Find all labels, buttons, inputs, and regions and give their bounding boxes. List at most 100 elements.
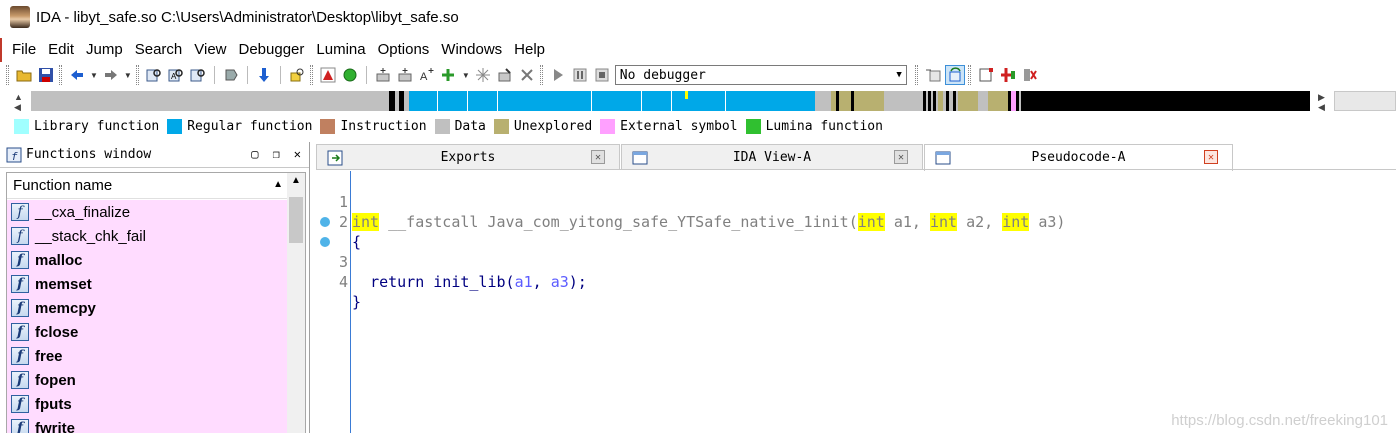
list-item[interactable]: f free — [7, 344, 287, 368]
arg-a3[interactable]: a3 — [551, 273, 569, 291]
type-keyword[interactable]: int — [929, 213, 958, 231]
undefine-x-icon[interactable] — [517, 65, 537, 85]
create-string-icon[interactable]: A — [417, 65, 437, 85]
toolbar-grip[interactable] — [914, 65, 918, 85]
open-folder-icon[interactable] — [14, 65, 34, 85]
column-header-function-name[interactable]: Function name ▲ — [7, 173, 287, 199]
jump-down-arrow-icon[interactable] — [254, 65, 274, 85]
search-text-icon[interactable]: A — [166, 65, 186, 85]
toolbar-separator — [213, 66, 215, 84]
add-breakpoint-icon[interactable] — [998, 65, 1018, 85]
toolbar-grip[interactable] — [967, 65, 971, 85]
code-line-1[interactable]: 1 int __fastcall Java_com_yitong_safe_YT… — [316, 172, 1065, 231]
nav-overview-box[interactable] — [1334, 91, 1396, 111]
pseudocode-editor[interactable]: 1 int __fastcall Java_com_yitong_safe_YT… — [316, 171, 1396, 433]
nav-left-arrows-icon[interactable]: ▲ ◀ — [14, 92, 23, 112]
list-item[interactable]: f __stack_chk_fail — [7, 224, 287, 248]
breakpoint-dot-icon[interactable] — [320, 237, 330, 247]
back-dropdown-icon[interactable]: ▼ — [90, 71, 98, 80]
nav-segment — [467, 91, 468, 111]
tab-ida-view-a[interactable]: IDA View-A ✕ — [621, 144, 923, 170]
tab-label: IDA View-A — [732, 150, 812, 165]
code-line-4[interactable]: 4 } — [316, 232, 361, 311]
list-item[interactable]: f memcpy — [7, 296, 287, 320]
tab-pseudocode-a[interactable]: Pseudocode-A ✕ — [924, 144, 1233, 171]
float-window-icon[interactable]: ❐ — [273, 147, 280, 161]
close-icon[interactable]: ✕ — [591, 150, 605, 164]
green-circle-icon[interactable] — [340, 65, 360, 85]
param-a1[interactable]: a1, — [885, 213, 930, 231]
close-icon[interactable]: ✕ — [294, 147, 301, 161]
list-item[interactable]: f fopen — [7, 368, 287, 392]
run-play-icon[interactable] — [548, 65, 568, 85]
type-keyword[interactable]: int — [352, 213, 380, 231]
menu-help[interactable]: Help — [508, 41, 551, 58]
code-line-3[interactable]: 3 return init_lib(a1, a3); — [316, 212, 587, 291]
save-icon[interactable] — [36, 65, 56, 85]
search-binary-icon[interactable] — [144, 65, 164, 85]
add-struct-icon[interactable] — [439, 65, 459, 85]
toolbar-grip[interactable] — [309, 65, 313, 85]
close-icon[interactable]: ✕ — [1204, 150, 1218, 164]
toolbar-grip[interactable] — [135, 65, 139, 85]
call-init-lib[interactable]: init_lib( — [424, 273, 514, 291]
list-item[interactable]: f fwrite — [7, 416, 287, 433]
code-line-2[interactable]: 2 { — [316, 192, 361, 251]
toolbar-grip[interactable] — [6, 65, 9, 85]
functions-scrollbar[interactable]: ▲ — [287, 173, 305, 433]
menu-windows[interactable]: Windows — [435, 41, 508, 58]
menu-lumina[interactable]: Lumina — [310, 41, 371, 58]
breakpoint-dot-icon[interactable] — [320, 217, 330, 227]
step-over-icon[interactable] — [944, 65, 965, 85]
tab-exports[interactable]: Exports ✕ — [316, 144, 620, 170]
edit-icon[interactable] — [495, 65, 515, 85]
menu-view[interactable]: View — [188, 41, 232, 58]
nav-right-arrows-icon[interactable]: ▶ ◀ — [1318, 92, 1325, 112]
list-item[interactable]: f fclose — [7, 320, 287, 344]
minimize-icon[interactable]: ▢ — [251, 147, 258, 161]
list-item[interactable]: f __cxa_finalize — [7, 200, 287, 224]
add-dropdown-icon[interactable]: ▼ — [462, 71, 470, 80]
breakpoint-list-icon[interactable] — [976, 65, 996, 85]
find-icon[interactable] — [221, 65, 241, 85]
create-function-icon[interactable] — [373, 65, 393, 85]
warning-triangle-icon[interactable] — [318, 65, 338, 85]
menu-jump[interactable]: Jump — [80, 41, 129, 58]
type-keyword[interactable]: int — [1002, 213, 1030, 231]
sparkle-icon[interactable] — [473, 65, 493, 85]
legend-item-library: Library function — [14, 118, 159, 134]
forward-dropdown-icon[interactable]: ▼ — [124, 71, 132, 80]
create-data-icon[interactable] — [395, 65, 415, 85]
functions-window-header[interactable]: f Functions window ▢ ❐ ✕ — [0, 142, 309, 168]
search-immediate-icon[interactable] — [188, 65, 208, 85]
menu-search[interactable]: Search — [129, 41, 189, 58]
back-arrow-icon[interactable] — [67, 65, 87, 85]
forward-arrow-icon[interactable] — [101, 65, 121, 85]
menu-options[interactable]: Options — [372, 41, 436, 58]
legend-label: Lumina function — [765, 118, 883, 134]
arg-a1[interactable]: a1 — [515, 273, 533, 291]
menu-file[interactable]: File — [6, 41, 42, 58]
scroll-up-icon[interactable]: ▲ — [291, 175, 301, 186]
close-icon[interactable]: ✕ — [894, 150, 908, 164]
param-a2[interactable]: a2, — [957, 213, 1002, 231]
function-signature-name[interactable]: Java_com_yitong_safe_YTSafe_native_1init — [487, 213, 848, 231]
call-end: ); — [568, 273, 587, 291]
toolbar-grip[interactable] — [59, 65, 62, 85]
list-item[interactable]: f fputs — [7, 392, 287, 416]
highlight-icon[interactable] — [287, 65, 307, 85]
type-keyword[interactable]: int — [857, 213, 885, 231]
param-a3[interactable]: a3) — [1029, 213, 1065, 231]
menu-edit[interactable]: Edit — [42, 41, 80, 58]
debugger-select[interactable]: No debugger ▼ — [614, 65, 907, 85]
navigation-strip[interactable] — [31, 91, 1310, 111]
step-into-icon[interactable] — [923, 65, 943, 85]
toolbar-grip[interactable] — [539, 65, 543, 85]
list-item[interactable]: f malloc — [7, 248, 287, 272]
menu-debugger[interactable]: Debugger — [233, 41, 311, 58]
pause-icon[interactable] — [570, 65, 590, 85]
list-item[interactable]: f memset — [7, 272, 287, 296]
scrollbar-thumb[interactable] — [289, 197, 303, 243]
delete-breakpoint-icon[interactable] — [1020, 65, 1040, 85]
stop-icon[interactable] — [592, 65, 612, 85]
